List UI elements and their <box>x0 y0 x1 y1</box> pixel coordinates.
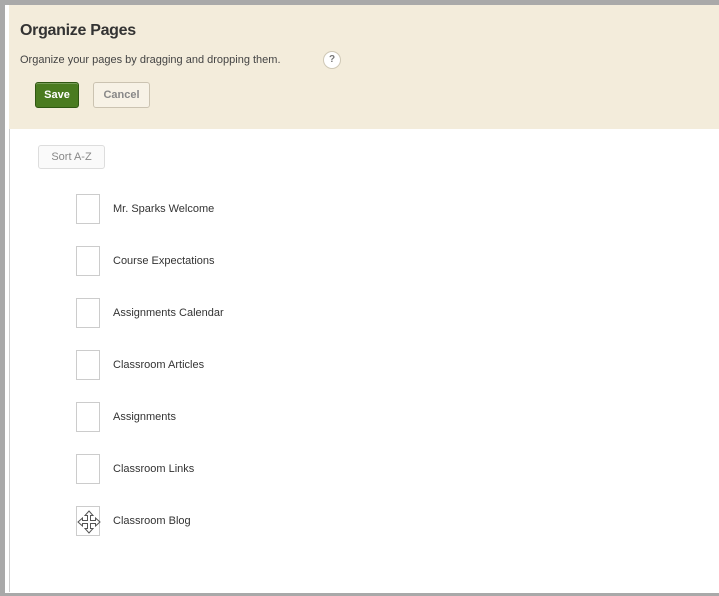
page-label: Classroom Articles <box>113 359 205 371</box>
page-subtitle: Organize your pages by dragging and drop… <box>20 54 281 66</box>
move-icon <box>77 510 101 534</box>
drag-handle[interactable] <box>76 402 100 432</box>
page-label: Classroom Blog <box>113 515 191 527</box>
drag-handle[interactable] <box>76 194 100 224</box>
page-label: Mr. Sparks Welcome <box>113 203 215 215</box>
page-label: Course Expectations <box>113 255 215 267</box>
drag-handle[interactable] <box>76 298 100 328</box>
cancel-button[interactable]: Cancel <box>93 82 150 108</box>
drag-handle[interactable] <box>76 350 100 380</box>
page-title: Organize Pages <box>20 22 136 39</box>
drag-handle[interactable] <box>76 246 100 276</box>
page-label: Classroom Links <box>113 463 195 475</box>
sort-az-button[interactable]: Sort A-Z <box>38 145 105 169</box>
page-label: Assignments Calendar <box>113 307 224 319</box>
page-label: Assignments <box>113 411 176 423</box>
drag-handle[interactable] <box>76 454 100 484</box>
drag-handle[interactable] <box>76 506 101 536</box>
help-icon[interactable]: ? <box>323 51 341 69</box>
content-left-border <box>9 128 10 592</box>
save-button[interactable]: Save <box>35 82 79 108</box>
organize-header: Organize Pages Organize your pages by dr… <box>9 5 719 129</box>
